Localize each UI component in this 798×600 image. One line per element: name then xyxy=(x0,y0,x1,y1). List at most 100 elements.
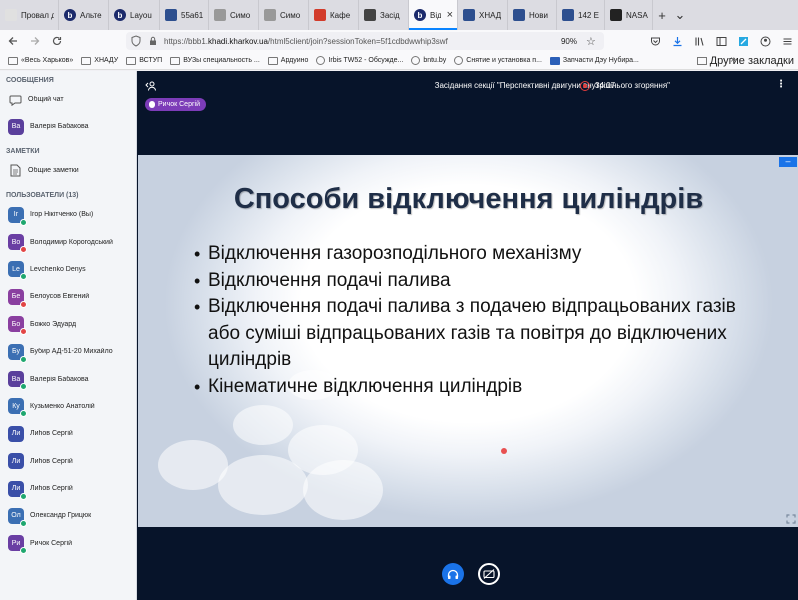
private-chat-item[interactable]: Ва Валерія Бабакова xyxy=(0,113,136,140)
tab-label: 55а61 xyxy=(181,10,204,20)
extension-icon[interactable] xyxy=(732,30,754,52)
messages-section-title: СООБЩЕНИЯ xyxy=(6,77,54,84)
bookmark-item[interactable]: Снятие и установка п... xyxy=(450,56,546,65)
user-list-item[interactable]: Іг Ігор Нікітченко (Вы) xyxy=(0,201,136,228)
bookmark-item[interactable]: ВУЗы специальность ... xyxy=(166,56,264,65)
bird-icon xyxy=(513,9,525,21)
minimize-presentation-button[interactable]: – xyxy=(779,157,797,167)
folder-icon xyxy=(696,57,707,65)
zoom-level[interactable]: 90% xyxy=(558,36,580,47)
user-list-item[interactable]: Ку Кузьменко Анатолій xyxy=(0,393,136,420)
avatar: Ку xyxy=(8,398,27,418)
browser-tab[interactable]: 55а61 xyxy=(160,0,209,30)
browser-tab[interactable]: Кафе xyxy=(309,0,359,30)
bookmark-item[interactable]: Запчасти Дэу Нубира... xyxy=(546,56,643,65)
public-chat-item[interactable]: Общий чат xyxy=(0,86,136,113)
avatar: Ли xyxy=(8,453,24,470)
library-icon[interactable] xyxy=(688,30,710,52)
tab-label: Альте xyxy=(80,10,102,20)
decor-bubble xyxy=(233,405,293,445)
chat-bubble-icon xyxy=(8,93,22,107)
url-bar[interactable]: https://bbb1.khadi.kharkov.ua/html5clien… xyxy=(126,32,604,50)
user-list-item[interactable]: Бе Белоусов Евгений xyxy=(0,283,136,310)
browser-tab[interactable]: Провал д xyxy=(0,0,59,30)
pocket-icon[interactable] xyxy=(644,30,666,52)
mic-status-icon xyxy=(20,218,27,226)
user-name: Ігор Нікітченко (Вы) xyxy=(30,211,94,219)
browser-tab[interactable]: Нови xyxy=(508,0,557,30)
bookmark-item[interactable]: «Весь Харьков» xyxy=(4,56,77,65)
browser-tab[interactable]: NASA xyxy=(605,0,653,30)
bookmark-item[interactable]: ВСТУП xyxy=(122,56,166,65)
new-tab-icon[interactable]: + xyxy=(653,0,671,30)
leave-audio-button[interactable] xyxy=(442,563,464,585)
url-text[interactable]: https://bbb1.khadi.kharkov.ua/html5clien… xyxy=(164,37,558,46)
other-bookmarks-label: Другие закладки xyxy=(709,55,794,67)
slide-bullet: Кінематичне відключення циліндрів xyxy=(194,374,754,401)
user-list-item[interactable]: Ли Лиhов Сергій xyxy=(0,448,136,475)
mic-status-icon xyxy=(20,383,27,391)
share-webcam-button[interactable] xyxy=(478,563,500,585)
bookmark-item[interactable]: bntu.by xyxy=(407,56,450,65)
user-list-item[interactable]: Ли Лиhов Сергій xyxy=(0,475,136,502)
user-list-item[interactable]: Во Володимир Корогодський xyxy=(0,228,136,255)
user-name: Бубир АД-51-20 Михайло xyxy=(30,348,113,356)
user-list-item[interactable]: Ли Лиhов Сергій xyxy=(0,420,136,447)
bookmark-star-icon[interactable]: ☆ xyxy=(586,35,600,48)
notes-icon xyxy=(8,164,22,178)
download-icon[interactable] xyxy=(666,30,688,52)
reload-button[interactable] xyxy=(46,30,68,52)
bookmark-item[interactable]: Ардуино xyxy=(264,56,313,65)
browser-tab[interactable]: Симо xyxy=(259,0,309,30)
lock-icon[interactable] xyxy=(148,36,158,46)
browser-tab[interactable]: Симо xyxy=(209,0,259,30)
globe-icon xyxy=(411,56,421,65)
browser-tab[interactable]: 142 Е xyxy=(557,0,605,30)
user-name: Олександр Грицюк xyxy=(30,512,92,520)
tab-label: Засід xyxy=(380,10,400,20)
fullscreen-icon[interactable] xyxy=(786,514,796,524)
tab-label: Від xyxy=(430,10,441,20)
options-menu-icon[interactable]: ⋮ xyxy=(776,79,786,90)
shield-icon[interactable] xyxy=(130,35,142,47)
menu-icon[interactable] xyxy=(776,30,798,52)
user-list-item[interactable]: Le Levchenko Denys xyxy=(0,256,136,283)
recording-time: 34:07 xyxy=(595,81,616,90)
other-bookmarks[interactable]: Другие закладки xyxy=(696,52,794,70)
tab-label: Симо xyxy=(230,10,251,20)
user-list-item[interactable]: Бу Бубир АД-51-20 Михайло xyxy=(0,338,136,365)
bookmark-item[interactable]: ХНАДУ xyxy=(77,56,122,65)
talker-name: Ричок Сергій xyxy=(158,101,200,108)
user-list-item[interactable]: Ва Валерія Бабакова xyxy=(0,365,136,392)
back-button[interactable] xyxy=(2,30,24,52)
user-name: Володимир Корогодський xyxy=(30,238,113,246)
user-list-item[interactable]: Ри Ричок Сергій xyxy=(0,530,136,557)
mic-status-icon xyxy=(20,547,27,555)
close-tab-icon[interactable]: × xyxy=(447,9,453,21)
avatar: Іг xyxy=(8,206,27,226)
red-icon xyxy=(314,9,326,21)
browser-tab[interactable]: b Альте xyxy=(59,0,109,30)
browser-tab[interactable]: ХНАД xyxy=(458,0,508,30)
avatar: Ли xyxy=(8,425,24,442)
bookmark-label: bntu.by xyxy=(423,57,447,64)
reload-icon xyxy=(52,36,62,46)
talking-indicator[interactable]: Ричок Сергій xyxy=(145,98,206,111)
account-icon[interactable] xyxy=(754,30,776,52)
tab-label: NASA xyxy=(626,10,648,20)
bookmark-item[interactable]: Irbis TW52 - Обсужде... xyxy=(312,56,407,65)
user-list-item[interactable]: Бо Божко Эдуард xyxy=(0,311,136,338)
browser-tab[interactable]: b Layou xyxy=(109,0,160,30)
shared-notes-item[interactable]: Общие заметки xyxy=(0,157,136,184)
bbb-icon: b xyxy=(414,9,426,21)
forward-button[interactable] xyxy=(24,30,46,52)
recording-indicator-icon[interactable] xyxy=(580,81,590,91)
bookmark-label: Ардуино xyxy=(280,57,309,64)
browser-tab[interactable]: Засід xyxy=(359,0,409,30)
browser-tab[interactable]: b Від × xyxy=(409,0,458,30)
user-list-item[interactable]: Ол Олександр Грицюк xyxy=(0,502,136,529)
list-tabs-icon[interactable]: ⌄ xyxy=(671,0,689,30)
avatar: Ли xyxy=(8,480,27,500)
user-name: Ричок Сергій xyxy=(30,539,72,547)
sidebar-toggle-icon[interactable] xyxy=(710,30,732,52)
